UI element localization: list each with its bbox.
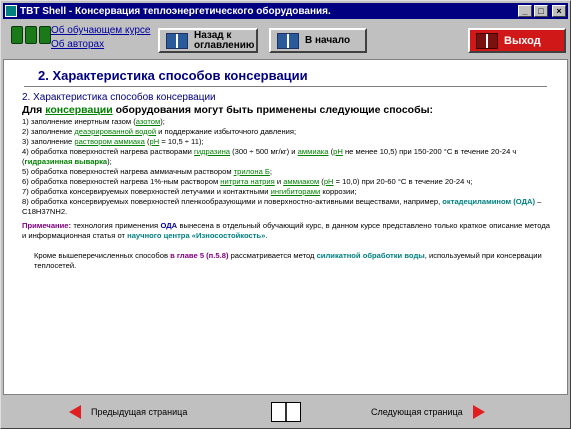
- note-text: .: [265, 231, 268, 240]
- item-text: 5) обработка поверхностей нагрева аммиач…: [22, 167, 234, 176]
- arrow-right-icon: [472, 405, 485, 419]
- item-text: = 10,0) при 20-60 °С в течение 20-24 ч;: [333, 177, 473, 186]
- list-item: 1) заполнение инертным газом (азотом);: [22, 117, 550, 127]
- ph-link[interactable]: рН: [324, 177, 334, 186]
- item-text: );: [107, 157, 112, 166]
- section-title: 2. Характеристика способов консервации: [22, 92, 216, 103]
- ammonia-link[interactable]: аммиака: [298, 147, 329, 156]
- list-item: 2) заполнение деаэрированной водой и под…: [22, 127, 550, 137]
- ammonia-solution-link[interactable]: раствором аммиака: [74, 137, 145, 146]
- next-page-label: Следующая страница: [371, 407, 463, 417]
- item-text: 2) заполнение: [22, 127, 75, 136]
- silicate-treatment-term: силикатной обработки воды: [316, 251, 425, 260]
- item-text: = 10,5 ÷ 11);: [159, 137, 204, 146]
- ph-link[interactable]: рН: [150, 137, 160, 146]
- item-text: 3) заполнение: [22, 137, 75, 146]
- list-item: 6) обработка поверхностей нагрева 1%-ным…: [22, 177, 550, 187]
- item-text: );: [160, 117, 165, 126]
- page-title: 2. Характеристика способов консервации: [38, 68, 308, 83]
- article-body: 2. Характеристика способов консервации Д…: [22, 92, 550, 271]
- minimize-button[interactable]: _: [518, 5, 532, 17]
- list-item: 5) обработка поверхностей нагрева аммиач…: [22, 167, 550, 177]
- toolbar-icons: [11, 26, 51, 44]
- item-text: 1) заполнение инертным газом (: [22, 117, 136, 126]
- app-icon: [5, 5, 17, 17]
- list-item: 7) обработка консервируемых поверхностей…: [22, 187, 550, 197]
- list-item: 3) заполнение раствором аммиака (рН = 10…: [22, 137, 550, 147]
- exit-button[interactable]: Выход: [468, 28, 566, 53]
- back-button-label: Назад к оглавлению: [194, 29, 255, 51]
- content-pane: 2. Характеристика способов консервации 2…: [3, 59, 568, 395]
- toolbar-links: Об обучающем курсе Об авторах: [51, 24, 150, 52]
- item-text: (300 ÷ 500 мг/кг) и: [230, 147, 298, 156]
- app-window: TBT Shell - Консервация теплоэнергетичес…: [0, 0, 571, 429]
- navigation-bar: Предыдущая страница Следующая страница: [3, 397, 568, 427]
- exit-button-label: Выход: [504, 34, 541, 47]
- item-text: 6) обработка поверхностей нагрева 1%-ным…: [22, 177, 221, 186]
- about-course-link[interactable]: Об обучающем курсе: [51, 24, 150, 38]
- back-to-contents-button[interactable]: Назад к оглавлению: [158, 28, 258, 53]
- about-authors-link[interactable]: Об авторах: [51, 38, 150, 52]
- home-button-label: В начало: [305, 34, 351, 46]
- item-text: и: [274, 177, 284, 186]
- book-icon: [25, 26, 37, 44]
- maximize-button[interactable]: □: [534, 5, 548, 17]
- conservation-link[interactable]: консервации: [45, 104, 113, 116]
- previous-page-button[interactable]: Предыдущая страница: [69, 405, 187, 419]
- deaerated-water-link[interactable]: деаэрированной водой: [74, 127, 156, 136]
- closing-text: Кроме вышеперечисленных способов: [34, 251, 171, 260]
- lead-sentence: Для консервации оборудования могут быть …: [22, 104, 550, 117]
- nitrogen-link[interactable]: азотом: [136, 117, 160, 126]
- hydrazine-boiling-term: гидразинная выварка: [24, 157, 108, 166]
- chapter-reference: в главе 5 (п.5.8): [170, 251, 229, 260]
- book-icon: [277, 32, 299, 49]
- toolbar: Об обучающем курсе Об авторах Назад к ог…: [3, 20, 568, 58]
- research-center-term: научного центра «Износостойкость»: [127, 231, 266, 240]
- title-bar: TBT Shell - Консервация теплоэнергетичес…: [3, 3, 568, 19]
- note-label: Примечание:: [22, 221, 72, 230]
- book-icon: [11, 26, 23, 44]
- home-button[interactable]: В начало: [269, 28, 367, 53]
- ammonia-link[interactable]: аммиаком: [283, 177, 319, 186]
- item-text: 4) обработка поверхностей нагрева раство…: [22, 147, 195, 156]
- title-divider: [24, 86, 547, 87]
- book-icon: [39, 26, 51, 44]
- trilon-b-link[interactable]: трилона Б: [234, 167, 270, 176]
- item-text: 8) обработка консервируемых поверхностей…: [22, 197, 443, 206]
- list-item: 8) обработка консервируемых поверхностей…: [22, 197, 550, 217]
- inhibitors-link[interactable]: ингибиторами: [271, 187, 321, 196]
- close-button[interactable]: ×: [552, 5, 566, 17]
- item-text: 7) обработка консервируемых поверхностей…: [22, 187, 271, 196]
- closing-text: рассматривается метод: [228, 251, 317, 260]
- book-icon: [476, 32, 498, 49]
- oda-term: октадециламином (ОДА): [442, 197, 536, 206]
- window-title: TBT Shell - Консервация теплоэнергетичес…: [20, 5, 331, 17]
- arrow-left-icon: [69, 405, 81, 419]
- sodium-nitrite-link[interactable]: нитрита натрия: [220, 177, 274, 186]
- previous-page-label: Предыдущая страница: [91, 407, 188, 417]
- list-item: 4) обработка поверхностей нагрева раство…: [22, 147, 550, 167]
- lead-text: Для: [22, 104, 46, 116]
- item-text: коррозии;: [320, 187, 357, 196]
- note-text: технология применения: [71, 221, 161, 230]
- lead-text: оборудования могут быть применены следую…: [112, 104, 434, 116]
- ph-link[interactable]: рН: [333, 147, 343, 156]
- closing-paragraph: Кроме вышеперечисленных способов в главе…: [22, 251, 550, 271]
- oda-abbrev: ОДА: [160, 221, 178, 230]
- item-text: и поддержание избыточного давления;: [156, 127, 297, 136]
- item-text: ;: [269, 167, 273, 176]
- open-book-icon[interactable]: [271, 402, 301, 422]
- next-page-button[interactable]: Следующая страница: [371, 405, 485, 419]
- book-icon: [166, 32, 188, 49]
- hydrazine-link[interactable]: гидразина: [194, 147, 230, 156]
- note-paragraph: Примечание: технология применения ОДА вы…: [22, 221, 550, 241]
